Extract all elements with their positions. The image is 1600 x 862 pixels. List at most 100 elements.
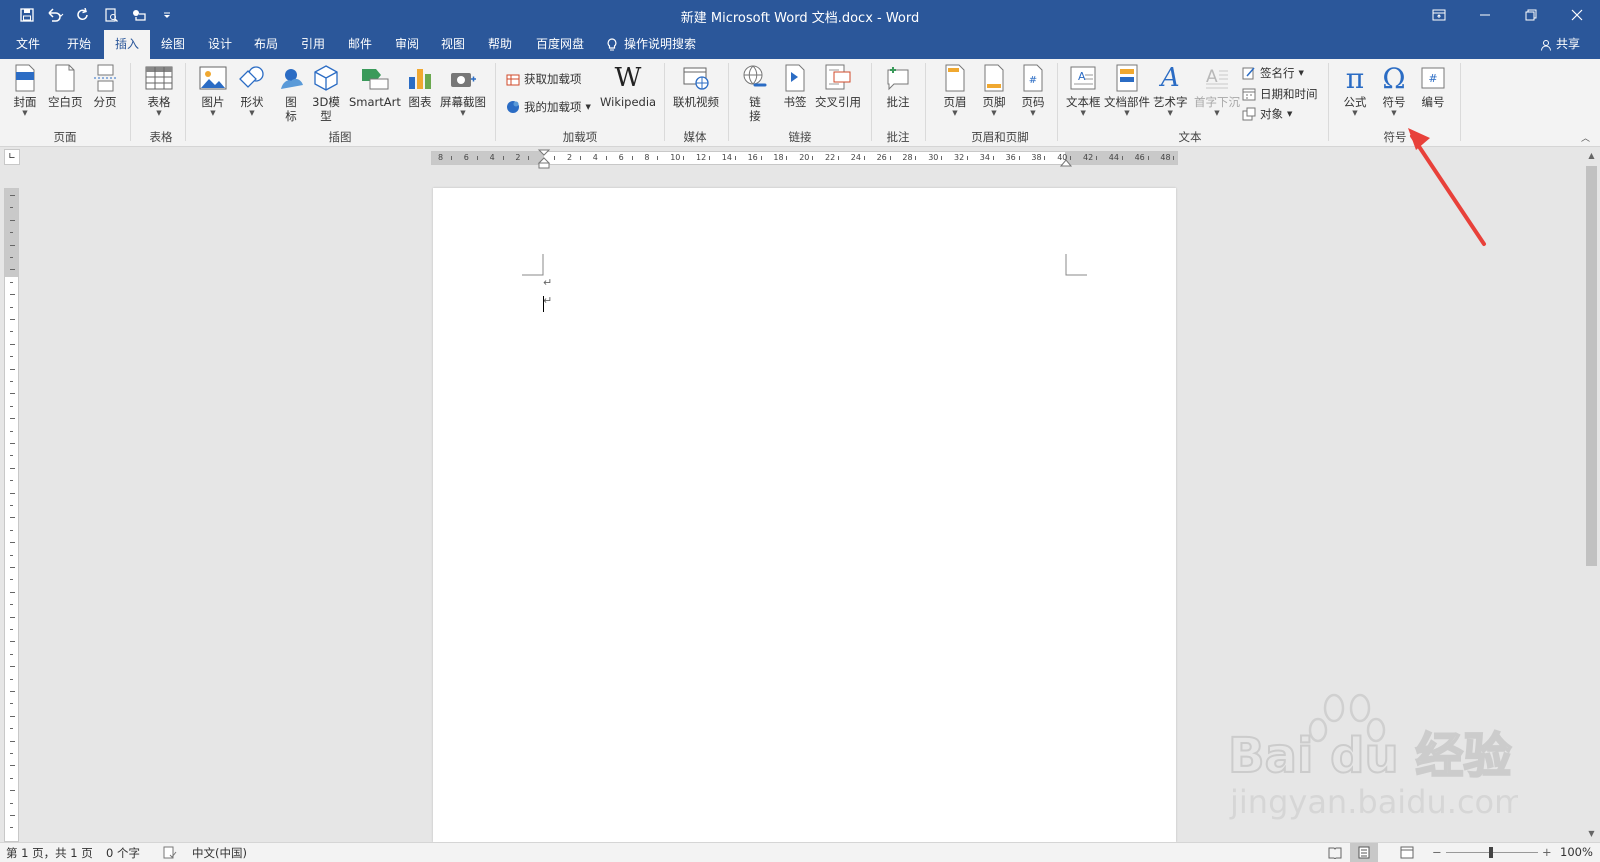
tab-references[interactable]: 引用 xyxy=(290,30,336,59)
indent-marker-icon[interactable] xyxy=(537,149,551,169)
header-button[interactable]: 页眉 ▼ xyxy=(940,63,970,117)
ruler-tick xyxy=(709,156,710,160)
picture-button[interactable]: 图片 ▼ xyxy=(198,63,228,117)
page-number-button[interactable]: # 页码 ▼ xyxy=(1018,63,1048,117)
ruler-label: 44 xyxy=(1108,153,1119,162)
page-count-status[interactable]: 第 1 页，共 1 页 xyxy=(6,845,93,861)
get-addins-button[interactable]: 获取加载项 xyxy=(506,71,582,87)
scrollbar-thumb[interactable] xyxy=(1586,166,1597,566)
collapse-ribbon-icon[interactable]: ︿ xyxy=(1581,131,1590,144)
ruler-tick xyxy=(10,554,13,556)
date-time-button[interactable]: 日期和时间 xyxy=(1242,86,1318,102)
share-label: 共享 xyxy=(1555,37,1580,51)
numbering-button[interactable]: # 编号 xyxy=(1418,63,1448,109)
textbox-button[interactable]: A 文本框 ▼ xyxy=(1066,63,1101,117)
ruler-tick xyxy=(10,319,15,320)
horizontal-ruler[interactable]: 8 6 4 2 2 4 6 8 10 12 14 16 18 20 22 24 26 28 30 32 34 36 38 40… xyxy=(431,149,1178,169)
scroll-down-icon[interactable]: ▼ xyxy=(1583,826,1600,842)
ruler-label: 2 xyxy=(567,153,573,162)
tell-me-search[interactable]: 操作说明搜索 xyxy=(606,30,696,59)
status-bar: 第 1 页，共 1 页 0 个字 中文(中国) − + 100% xyxy=(0,842,1600,862)
tab-review[interactable]: 审阅 xyxy=(384,30,430,59)
bookmark-button[interactable]: 书签 xyxy=(780,63,810,109)
dropdown-arrow-icon: ▼ xyxy=(210,109,216,117)
dropdown-arrow-icon: ▼ xyxy=(22,109,28,117)
tab-mailings[interactable]: 邮件 xyxy=(337,30,383,59)
zoom-in-icon[interactable]: + xyxy=(1542,845,1552,859)
paragraph-mark: ↵ xyxy=(543,294,553,307)
cross-reference-icon xyxy=(823,63,853,93)
page-number-icon: # xyxy=(1018,63,1048,93)
scroll-up-icon[interactable]: ▲ xyxy=(1583,148,1600,164)
word-count-status[interactable]: 0 个字 xyxy=(106,845,140,861)
minimize-icon[interactable] xyxy=(1462,0,1508,30)
right-indent-marker-icon[interactable] xyxy=(1060,158,1072,168)
blank-page-button[interactable]: 空白页 xyxy=(48,63,83,109)
tab-draw[interactable]: 绘图 xyxy=(150,30,196,59)
tab-baidu-netdisk[interactable]: 百度网盘 xyxy=(530,30,590,59)
page-break-button[interactable]: 分页 xyxy=(90,63,120,109)
tab-file[interactable]: 文件 xyxy=(8,30,48,59)
read-mode-icon[interactable] xyxy=(1328,846,1342,859)
print-layout-button[interactable] xyxy=(1350,843,1378,862)
vertical-scrollbar[interactable]: ▲ ▼ xyxy=(1583,148,1600,842)
share-button[interactable]: 共享 xyxy=(1540,30,1580,59)
icons-icon xyxy=(276,63,306,93)
quick-parts-button[interactable]: 文档部件 ▼ xyxy=(1104,63,1150,117)
dropdown-arrow-icon: ▼ xyxy=(1080,109,1086,117)
language-status[interactable]: 中文(中国) xyxy=(192,845,247,861)
group-label-illustrations: 插图 xyxy=(328,130,352,144)
document-page[interactable]: ↵ ↵ xyxy=(433,188,1176,842)
screenshot-button[interactable]: 屏幕截图 ▼ xyxy=(440,63,486,117)
link-button[interactable]: 链接 xyxy=(740,63,770,123)
web-layout-icon[interactable] xyxy=(1400,846,1414,859)
3d-models-button[interactable]: 3D模型 xyxy=(311,63,341,123)
wordart-button[interactable]: A 艺术字 ▼ xyxy=(1153,63,1188,117)
svg-text:jingyan.baidu.com: jingyan.baidu.com xyxy=(1229,783,1518,821)
zoom-slider-thumb[interactable] xyxy=(1489,847,1493,858)
blank-page-icon xyxy=(50,63,80,93)
zoom-out-icon[interactable]: − xyxy=(1432,845,1442,859)
ruler-tick xyxy=(10,703,13,705)
ruler-label: 8 xyxy=(438,153,444,162)
online-video-button[interactable]: 联机视频 xyxy=(673,63,719,109)
footer-button[interactable]: 页脚 ▼ xyxy=(979,63,1009,117)
cross-reference-button[interactable]: 交叉引用 xyxy=(815,63,861,109)
object-button[interactable]: 对象 ▼ xyxy=(1242,106,1292,122)
ruler-tick xyxy=(10,616,15,618)
tab-design[interactable]: 设计 xyxy=(197,30,243,59)
cover-page-button[interactable]: 封面 ▼ xyxy=(10,63,40,117)
proofing-icon[interactable] xyxy=(163,846,177,859)
vertical-ruler[interactable] xyxy=(4,188,19,842)
comment-button[interactable]: 批注 xyxy=(883,63,913,109)
ruler-tick xyxy=(1018,156,1020,160)
wikipedia-button[interactable]: W Wikipedia xyxy=(600,63,656,109)
tab-view[interactable]: 视图 xyxy=(430,30,476,59)
ruler-tick xyxy=(10,195,15,196)
my-addins-button[interactable]: 我的加载项 ▼ xyxy=(506,99,591,115)
dropcap-button[interactable]: A 首字下沉 ▼ xyxy=(1194,63,1240,117)
smartart-button[interactable]: SmartArt xyxy=(349,63,401,109)
table-button[interactable]: 表格 ▼ xyxy=(144,63,174,117)
tab-insert[interactable]: 插入 xyxy=(104,30,150,59)
dropdown-arrow-icon: ▼ xyxy=(249,109,255,117)
ruler-label: 42 xyxy=(1083,153,1094,162)
symbol-button[interactable]: Ω 符号 ▼ xyxy=(1379,62,1409,118)
icons-button[interactable]: 图标 xyxy=(276,63,306,123)
dropdown-arrow-icon: ▼ xyxy=(1352,109,1358,117)
restore-icon[interactable] xyxy=(1508,0,1554,30)
ribbon: 封面 ▼ 空白页 分页 页面 表格 ▼ 表格 图片 ▼ 形状 ▼ 图标 3D模型… xyxy=(0,59,1600,147)
svg-text:A: A xyxy=(1078,70,1086,83)
zoom-level[interactable]: 100% xyxy=(1560,845,1593,859)
ruler-tick xyxy=(605,156,607,160)
tab-help[interactable]: 帮助 xyxy=(477,30,523,59)
tab-stop-selector[interactable]: ∟ xyxy=(4,149,20,165)
chart-button[interactable]: 图表 xyxy=(405,63,435,109)
ribbon-display-options-icon[interactable] xyxy=(1416,0,1462,30)
shapes-button[interactable]: 形状 ▼ xyxy=(237,63,267,117)
close-icon[interactable] xyxy=(1554,0,1600,30)
equation-button[interactable]: π 公式 ▼ xyxy=(1340,62,1370,118)
tab-home[interactable]: 开始 xyxy=(56,30,102,59)
tab-layout[interactable]: 布局 xyxy=(243,30,289,59)
signature-line-button[interactable]: 签名行 ▼ xyxy=(1242,65,1304,81)
